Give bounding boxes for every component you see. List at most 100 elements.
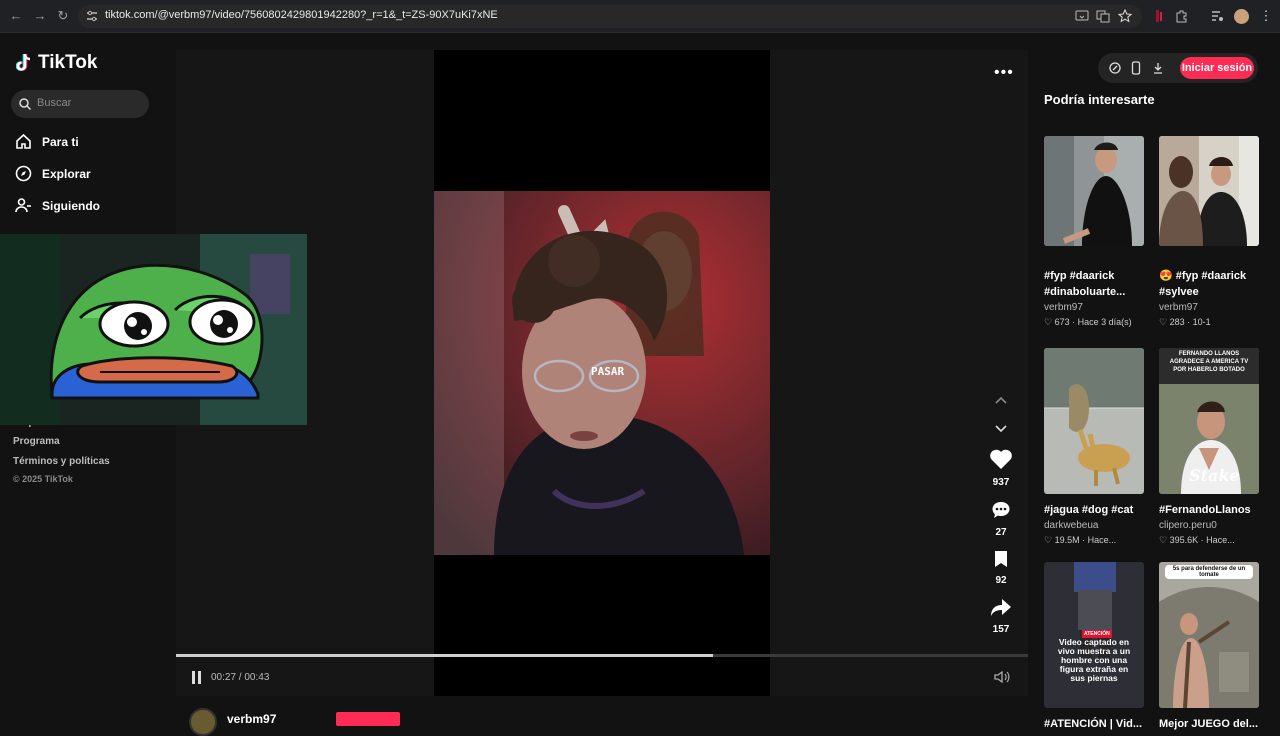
card-stats: ♡ 673 · Hace 3 día(s) xyxy=(1044,317,1132,327)
card-stats: ♡ 283 · 10-1 xyxy=(1159,317,1211,327)
thumbnail-caption-text: Video captado en vivo muestra a un hombr… xyxy=(1057,637,1131,683)
tiktok-note-icon xyxy=(16,53,31,71)
save-button[interactable]: 92 xyxy=(986,550,1016,586)
like-count: 937 xyxy=(992,477,1010,488)
video-progress-bar[interactable] xyxy=(176,654,1028,657)
media-controls-icon[interactable] xyxy=(1210,9,1224,23)
search-placeholder: Buscar xyxy=(37,97,72,109)
share-button[interactable]: 157 xyxy=(986,597,1016,635)
more-options-icon[interactable]: ••• xyxy=(994,64,1014,82)
comment-count: 27 xyxy=(995,527,1007,538)
card-likes: 395.6K xyxy=(1169,535,1199,545)
pause-icon[interactable] xyxy=(192,671,202,684)
download-icon[interactable] xyxy=(1152,62,1164,74)
tiktok-page: TikTok Buscar Para ti Explorar Siguiendo… xyxy=(0,34,1280,736)
recommendation-card[interactable]: 😍 #fyp #daarick #sylvee #gatchurra... ve… xyxy=(1159,136,1259,328)
browser-menu-icon[interactable]: ⋮ xyxy=(1258,8,1274,24)
comment-icon xyxy=(992,502,1010,518)
tiktok-logo[interactable]: TikTok xyxy=(16,52,97,74)
comment-button[interactable]: 27 xyxy=(986,500,1016,538)
copyright: © 2025 TikTok xyxy=(13,474,73,484)
browser-toolbar: ← → ↻ tiktok.com/@verbm97/video/75608024… xyxy=(0,0,1280,33)
translate-icon[interactable] xyxy=(1096,9,1110,23)
login-button[interactable]: Iniciar sesión xyxy=(1180,57,1254,79)
sidebar-item-label: Siguiendo xyxy=(42,198,100,213)
heart-icon xyxy=(990,449,1012,469)
profile-avatar[interactable] xyxy=(1234,9,1249,24)
footer-link-terminos[interactable]: Términos y políticas xyxy=(13,456,110,467)
save-count: 92 xyxy=(995,575,1007,586)
bookmark-icon xyxy=(995,551,1007,567)
author-avatar[interactable] xyxy=(189,708,217,736)
footer-link-programa[interactable]: Programa xyxy=(13,436,60,447)
card-stats: ♡ 19.5M · Hace... xyxy=(1044,535,1117,545)
author-username[interactable]: verbm97 xyxy=(227,712,276,726)
sidebar-item-label: Explorar xyxy=(42,166,91,181)
recommendations-title: Podría interesarte xyxy=(1044,92,1155,107)
card-caption: #jagua #dog #cat xyxy=(1044,504,1134,516)
card-date: Hace... xyxy=(1206,535,1235,545)
bookmark-star-icon[interactable] xyxy=(1118,9,1132,23)
card-username[interactable]: verbm97 xyxy=(1044,302,1144,313)
recommendation-card[interactable]: ATENCIÓN Video captado en vivo muestra a… xyxy=(1044,562,1144,732)
video-thumbnail[interactable]: 5s para defenderse de un tomate xyxy=(1159,562,1259,708)
sidebar-item-siguiendo[interactable]: Siguiendo xyxy=(15,197,100,214)
heart-outline-icon: ♡ xyxy=(1159,317,1168,327)
share-arrow-icon xyxy=(991,599,1011,616)
chevron-down-icon[interactable] xyxy=(994,424,1008,434)
extension-red-icon[interactable] xyxy=(1152,9,1166,23)
url-text: tiktok.com/@verbm97/video/75608024298019… xyxy=(105,9,498,21)
thumbnail-image xyxy=(1044,348,1144,494)
search-input[interactable]: Buscar xyxy=(11,90,149,118)
card-likes: 19.5M xyxy=(1054,535,1080,545)
follow-button[interactable] xyxy=(336,712,400,726)
heart-outline-icon: ♡ xyxy=(1044,317,1053,327)
card-caption: 😍 #fyp #daarick #sylvee #gatchurra... xyxy=(1159,270,1247,298)
recommendation-card[interactable]: FERNANDO LLANOS AGRADECE A AMERICA TV PO… xyxy=(1159,348,1259,546)
card-stats: ♡ 395.6K · Hace... xyxy=(1159,535,1235,545)
sidebar-item-explorar[interactable]: Explorar xyxy=(15,165,91,182)
chevron-up-icon[interactable] xyxy=(994,395,1008,405)
thumbnail-image xyxy=(1159,136,1259,246)
card-caption: #ATENCIÓN | Vid... xyxy=(1044,718,1143,730)
card-username[interactable]: verbm97 xyxy=(1159,302,1259,313)
site-info-icon[interactable] xyxy=(86,10,98,22)
video-progress-fill xyxy=(176,654,713,657)
thumbnail-image xyxy=(1044,136,1144,246)
pepe-frog-image xyxy=(0,234,307,425)
volume-icon[interactable] xyxy=(994,670,1010,684)
card-date: Hace 3 día(s) xyxy=(1077,317,1132,327)
following-icon xyxy=(15,198,31,213)
video-thumbnail[interactable]: ATENCIÓN Video captado en vivo muestra a… xyxy=(1044,562,1144,708)
heart-outline-icon: ♡ xyxy=(1159,535,1168,545)
pepe-sticker-overlay xyxy=(0,234,307,425)
thumbnail-image xyxy=(1159,562,1259,708)
sidebar-item-para-ti[interactable]: Para ti xyxy=(15,133,79,150)
video-thumbnail[interactable] xyxy=(1044,136,1144,246)
video-frame[interactable]: PASAR xyxy=(434,191,770,555)
coin-icon[interactable] xyxy=(1109,62,1121,74)
reload-icon[interactable]: ↻ xyxy=(55,8,71,24)
recommendation-card[interactable]: #jagua #dog #cat darkwebeua ♡ 19.5M · Ha… xyxy=(1044,348,1144,546)
video-thumbnail[interactable] xyxy=(1159,136,1259,246)
compass-icon xyxy=(15,165,32,182)
extensions-puzzle-icon[interactable] xyxy=(1175,9,1189,23)
video-overlay-text: PASAR xyxy=(591,365,625,378)
share-count: 157 xyxy=(992,624,1010,635)
sidebar-item-label: Para ti xyxy=(42,134,79,149)
install-app-icon[interactable] xyxy=(1075,9,1089,23)
card-username[interactable]: clipero.peru0 xyxy=(1159,520,1259,531)
card-likes: 673 xyxy=(1054,317,1070,327)
card-username[interactable]: darkwebeua xyxy=(1044,520,1144,531)
mobile-app-icon[interactable] xyxy=(1131,61,1141,75)
logo-text: TikTok xyxy=(38,52,98,73)
back-icon[interactable]: ← xyxy=(8,8,24,24)
address-bar[interactable]: tiktok.com/@verbm97/video/75608024298019… xyxy=(78,5,1142,28)
video-thumbnail[interactable]: FERNANDO LLANOS AGRADECE A AMERICA TV PO… xyxy=(1159,348,1259,494)
like-button[interactable]: 937 xyxy=(986,448,1016,488)
recommendation-card[interactable]: 5s para defenderse de un tomate Mejor JU… xyxy=(1159,562,1259,732)
card-date: 10-1 xyxy=(1192,317,1211,327)
recommendation-card[interactable]: #fyp #daarick #dinaboluarte... verbm97 ♡… xyxy=(1044,136,1144,328)
forward-icon[interactable]: → xyxy=(32,8,48,24)
video-thumbnail[interactable] xyxy=(1044,348,1144,494)
